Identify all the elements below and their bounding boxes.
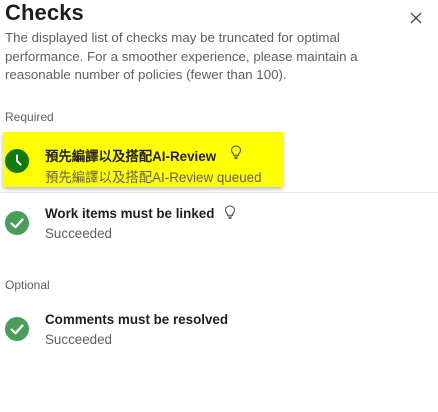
check-status: 預先編譯以及搭配AI-Review queued	[45, 170, 262, 185]
check-item-ai-review[interactable]: 預先編譯以及搭配AI-Review 預先編譯以及搭配AI-Review queu…	[0, 134, 438, 185]
lightbulb-icon[interactable]	[230, 145, 242, 159]
lightbulb-icon[interactable]	[224, 205, 236, 219]
check-name: Comments must be resolved	[45, 312, 229, 327]
close-button[interactable]	[406, 8, 426, 28]
check-item-comments[interactable]: Comments must be resolved Succeeded	[0, 304, 438, 352]
checkmark-icon	[5, 317, 29, 341]
check-name: Work items must be linked	[45, 206, 215, 221]
clock-icon	[5, 149, 29, 173]
divider	[0, 192, 438, 193]
checks-panel: Checks The displayed list of checks may …	[0, 0, 438, 412]
check-name: 預先編譯以及搭配AI-Review	[45, 149, 217, 164]
section-label-optional: Optional	[5, 278, 50, 292]
panel-description: The displayed list of checks may be trun…	[5, 30, 358, 82]
check-status: Succeeded	[45, 332, 113, 347]
panel-title: Checks	[5, 0, 84, 25]
close-icon	[410, 12, 422, 24]
check-item-work-items[interactable]: Work items must be linked Succeeded	[0, 198, 438, 246]
checkmark-icon	[5, 211, 29, 235]
section-label-required: Required	[5, 110, 54, 124]
check-status: Succeeded	[45, 226, 113, 241]
